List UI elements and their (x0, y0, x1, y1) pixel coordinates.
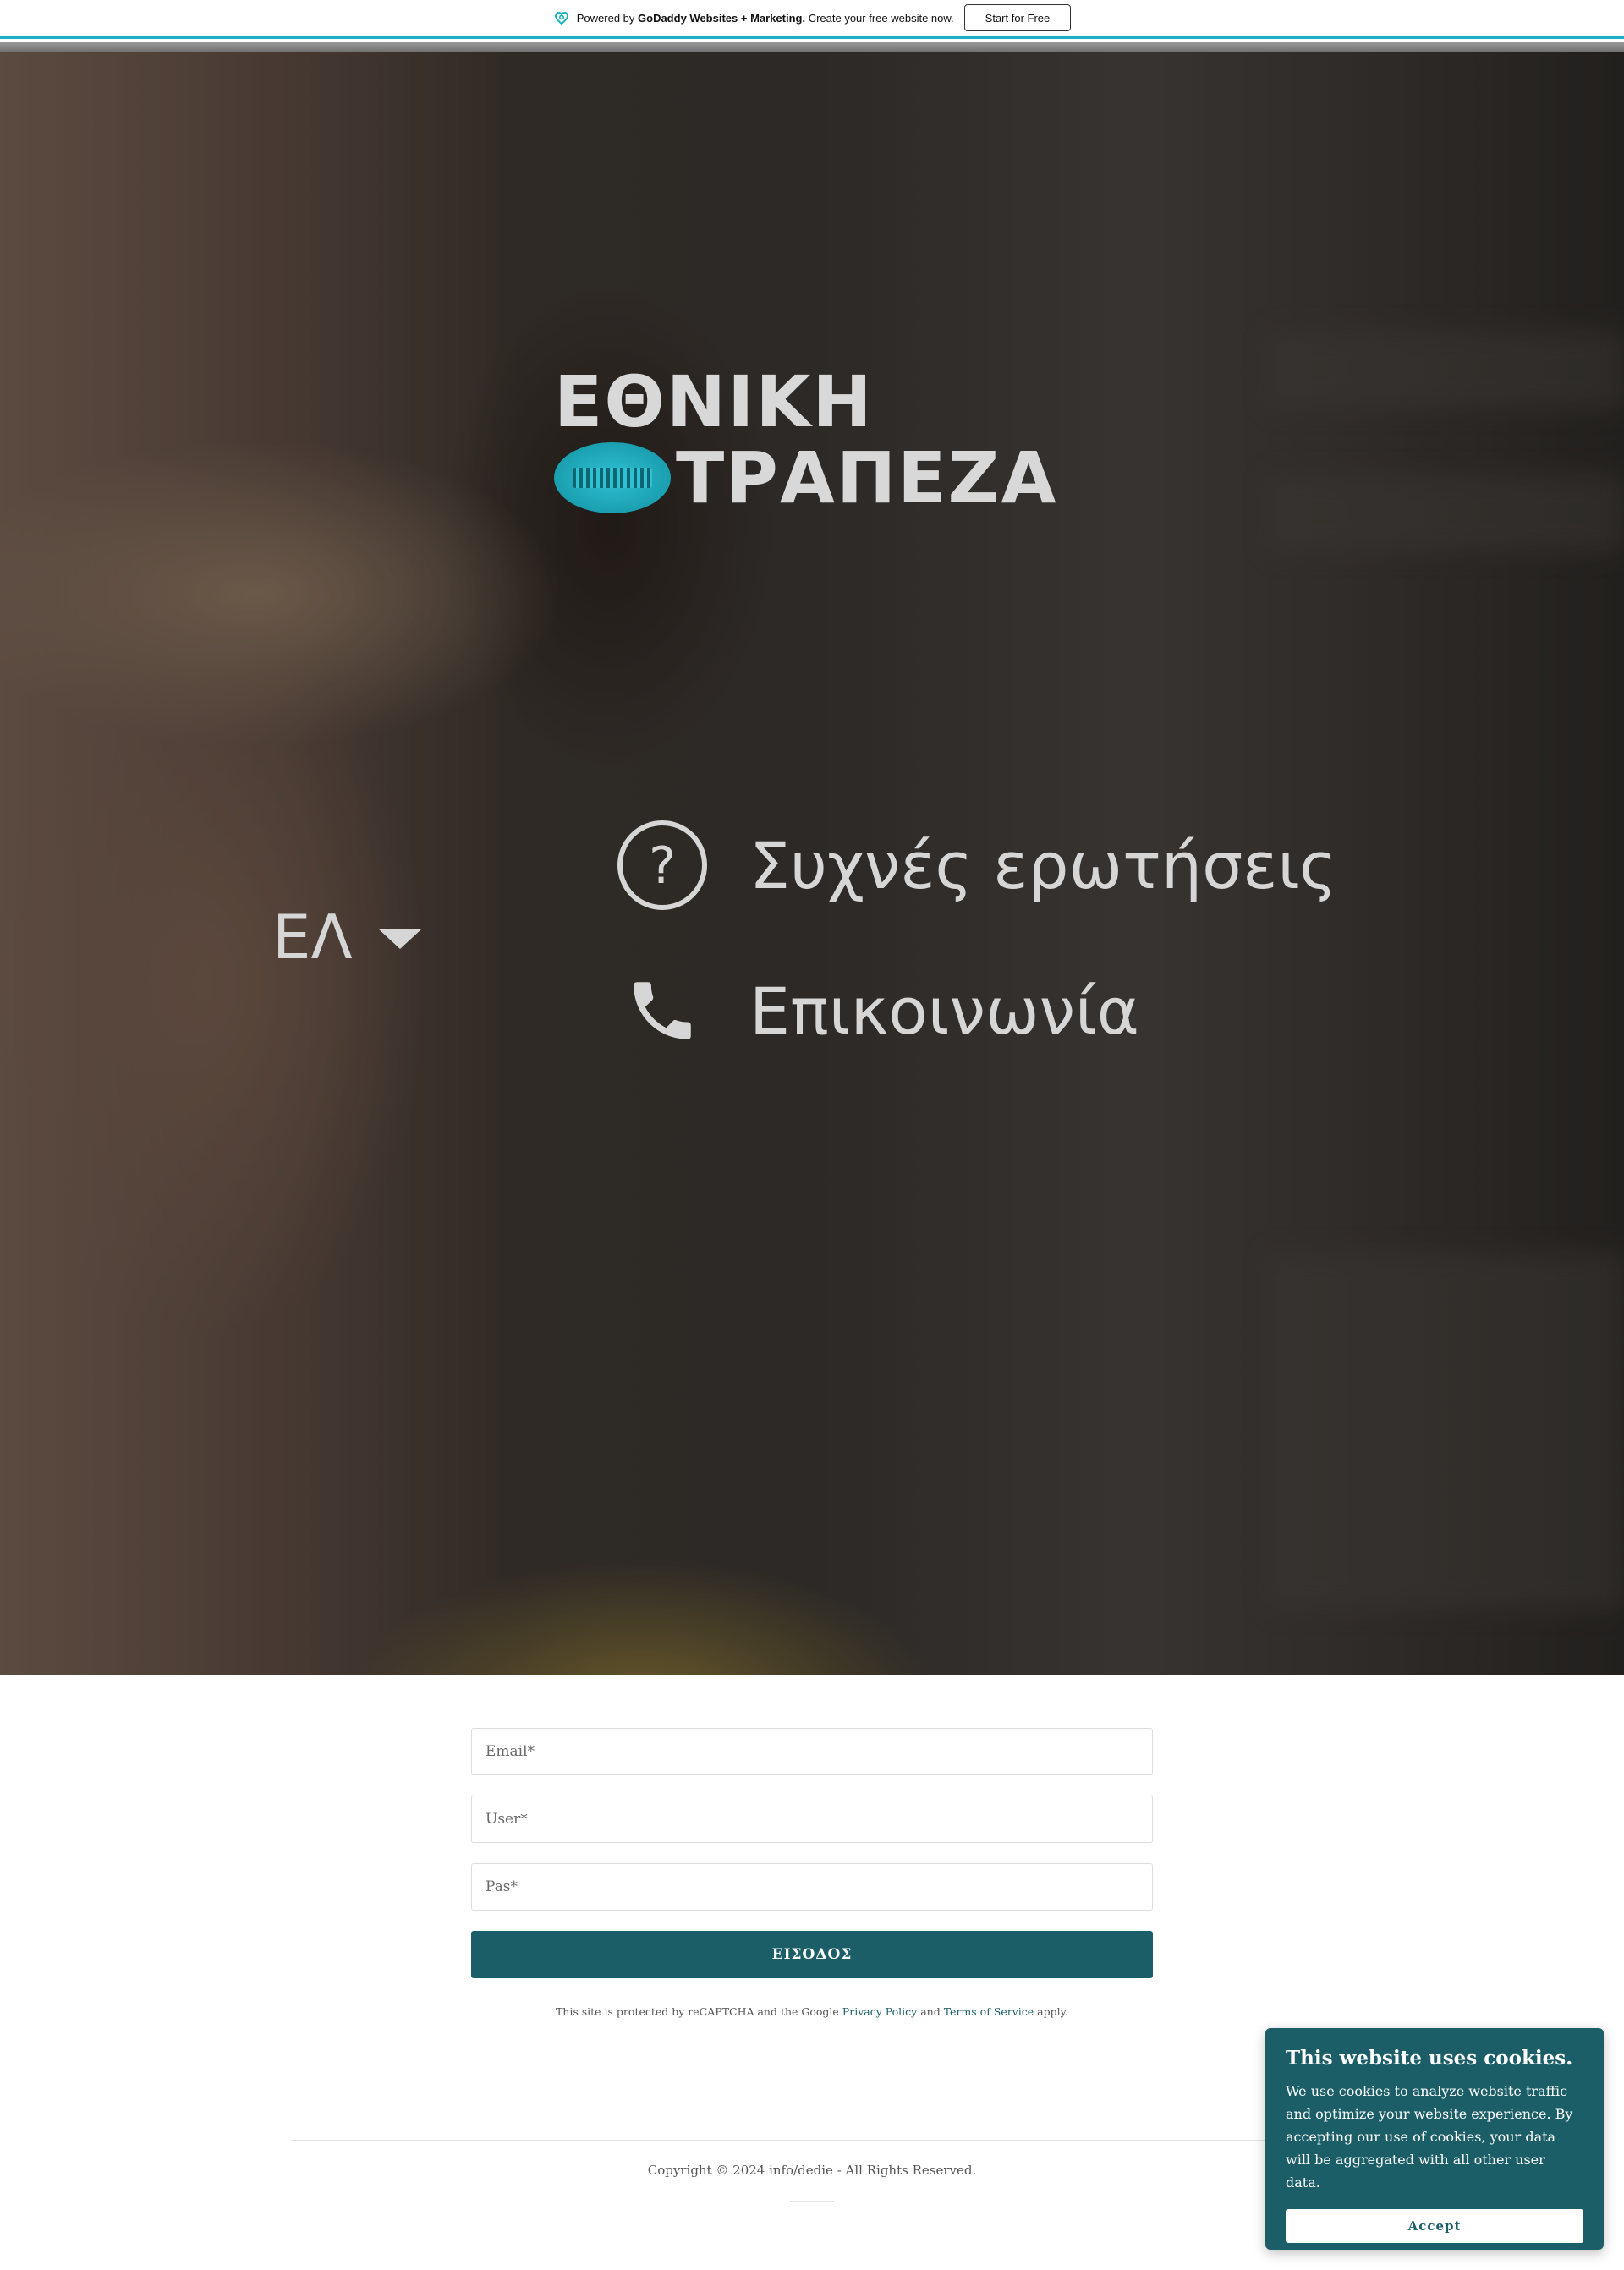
recaptcha-prefix: This site is protected by reCAPTCHA and … (555, 2005, 842, 2018)
contact-label: Επικοινωνία (749, 973, 1139, 1049)
brand-line1: ΕΘΝΙΚΗ (554, 360, 874, 443)
caret-down-icon (377, 929, 422, 949)
terms-of-service-link[interactable]: Terms of Service (944, 2005, 1034, 2018)
bank-logo: ΕΘΝΙΚΗ ΤΡΑΠΕΖΑ (554, 364, 1057, 516)
password-field[interactable] (471, 1863, 1153, 1911)
promo-suffix: Create your free website now. (805, 11, 954, 25)
brand-line2-row: ΤΡΑΠΕΖΑ (554, 440, 1057, 516)
language-selector[interactable]: ΕΛ (272, 902, 422, 973)
promo-prefix: Powered by (576, 11, 639, 25)
question-circle-icon: ? (616, 819, 709, 912)
start-for-free-button[interactable]: Start for Free (963, 4, 1072, 31)
cookie-body: We use cookies to analyze website traffi… (1286, 2083, 1573, 2190)
cookie-banner: This website uses cookies. We use cookie… (1265, 2028, 1604, 2250)
godaddy-heart-icon (553, 9, 570, 26)
recaptcha-and: and (917, 2005, 944, 2018)
phone-icon (616, 964, 709, 1057)
promo-text: Powered by GoDaddy Websites + Marketing.… (577, 12, 954, 25)
recaptcha-note: This site is protected by reCAPTCHA and … (471, 2005, 1153, 2018)
cookie-title: This website uses cookies. (1286, 2047, 1573, 2070)
bank-emblem-icon (554, 442, 671, 513)
hero-section: ΕΘΝΙΚΗ ΤΡΑΠΕΖΑ ΕΛ ? Συχνές ερωτήσεις Επι… (0, 52, 1624, 1675)
cookie-accept-button[interactable]: Accept (1286, 2209, 1583, 2243)
privacy-policy-link[interactable]: Privacy Policy (842, 2005, 917, 2018)
email-field[interactable] (471, 1728, 1153, 1775)
footer-divider (291, 2140, 1333, 2141)
promo-bar: Powered by GoDaddy Websites + Marketing.… (0, 0, 1624, 39)
svg-text:?: ? (649, 836, 676, 896)
promo-brand: GoDaddy Websites + Marketing. (638, 11, 806, 25)
language-label: ΕΛ (272, 902, 353, 973)
user-field[interactable] (471, 1796, 1153, 1843)
faq-link[interactable]: ? Συχνές ερωτήσεις (616, 819, 1337, 912)
faq-label: Συχνές ερωτήσεις (749, 827, 1337, 903)
footer-small-divider (790, 2201, 834, 2202)
login-submit-button[interactable]: ΕΙΣΟΔΟΣ (471, 1931, 1153, 1978)
promo-shadow (0, 42, 1624, 52)
login-form: ΕΙΣΟΔΟΣ This site is protected by reCAPT… (471, 1728, 1153, 2018)
brand-line2: ΤΡΑΠΕΖΑ (676, 436, 1058, 519)
recaptcha-apply: apply. (1034, 2005, 1069, 2018)
contact-link[interactable]: Επικοινωνία (616, 964, 1139, 1057)
